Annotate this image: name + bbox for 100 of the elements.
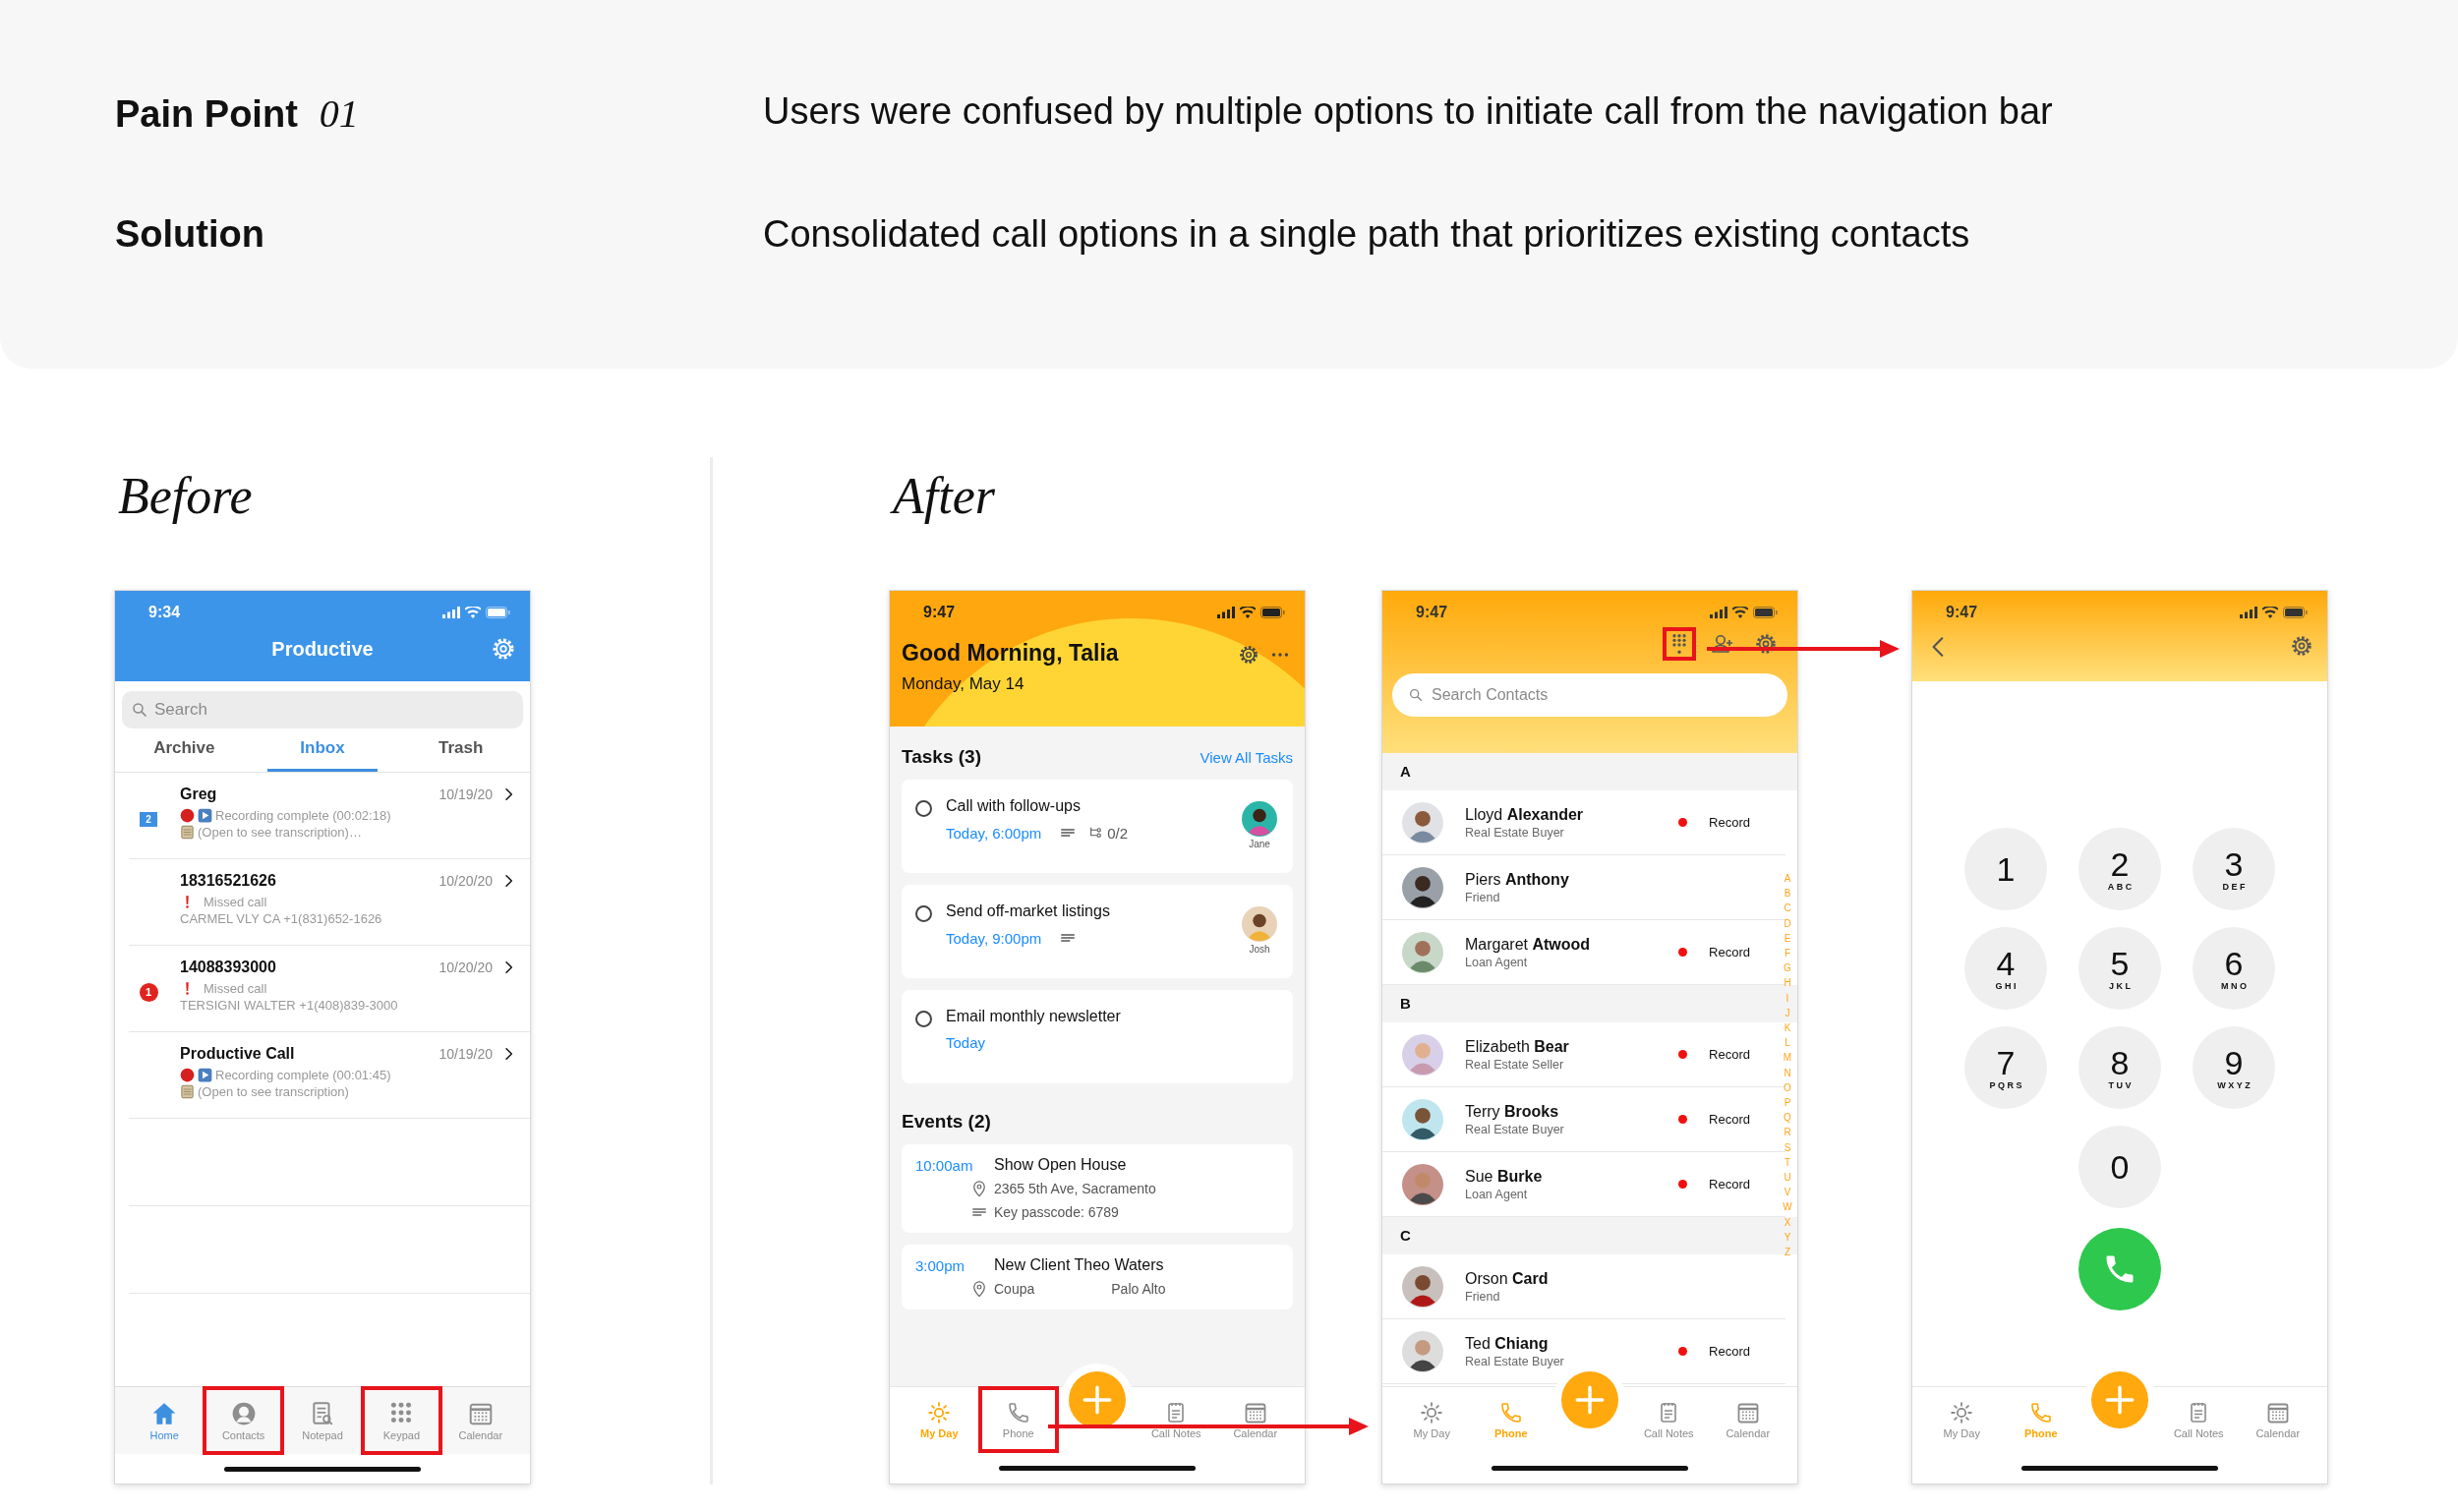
view-all-link[interactable]: View All Tasks	[1200, 748, 1293, 766]
nav-tab[interactable]: Home	[125, 1387, 205, 1454]
task-card[interactable]: Call with follow-ups Today, 6:00pm 0/2 Jane	[902, 780, 1293, 873]
status-time: 9:47	[1946, 604, 1978, 621]
message-date: 10/19/20	[439, 1046, 493, 1062]
event-title: Show Open House	[994, 1156, 1128, 1174]
contact-role: Real Estate Buyer	[1465, 1122, 1565, 1136]
contact-role: Loan Agent	[1465, 1187, 1529, 1201]
contact-name: Lloyd Alexander	[1465, 805, 1585, 824]
contact-role: Real Estate Buyer	[1465, 1354, 1565, 1368]
assignee-name: Jane	[1249, 839, 1270, 849]
record-label: Record	[1709, 1112, 1750, 1127]
nav-tab[interactable]: Call Notes	[1629, 1387, 1709, 1452]
message-status: Recording complete (00:02:18)	[215, 808, 391, 823]
event-card[interactable]: 10:00am Show Open House 2365 5th Ave, Sacramento Key passcode: 6789	[902, 1144, 1293, 1233]
nav-tab[interactable]: Phone	[1471, 1387, 1551, 1452]
dial-key[interactable]: 0	[2078, 1126, 2161, 1208]
nav-tab[interactable]: Phone	[2001, 1387, 2080, 1452]
contact-row[interactable]: Piers Anthony Friend	[1382, 855, 1785, 920]
status-time: 9:34	[148, 604, 181, 621]
message-title: 14088393000	[180, 959, 277, 976]
index-letter[interactable]: J	[1782, 1005, 1793, 1021]
index-letter[interactable]: X	[1782, 1214, 1793, 1230]
message-detail: (Open to see transcription)…	[198, 825, 362, 840]
dial-key[interactable]: 1	[1964, 828, 2047, 910]
assignee-name: Josh	[1249, 944, 1270, 955]
nav-tab[interactable]: Calendar	[2238, 1387, 2317, 1452]
task-card[interactable]: Email monthly newsletter Today	[902, 990, 1293, 1083]
greeting: Good Morning, Talia	[902, 640, 1120, 667]
task-title: Send off-market listings	[946, 902, 1111, 920]
task-title: Call with follow-ups	[946, 797, 1082, 815]
dial-key[interactable]: 9 WXYZ	[2193, 1026, 2275, 1109]
event-location: Coupa	[994, 1281, 1035, 1297]
search-field[interactable]: Search Contacts	[1392, 673, 1787, 717]
contact-name: Sue Burke	[1465, 1167, 1544, 1186]
message-row[interactable]: 2 Greg 10/19/20 Recording complete (00:02:18) (Open to see transcription)…	[129, 773, 530, 859]
contact-name: Piers Anthony	[1465, 870, 1570, 889]
nav-tab[interactable]: Contacts	[204, 1387, 283, 1454]
tab[interactable]: Archive	[129, 728, 240, 772]
nav-tab[interactable]: Phone	[978, 1387, 1058, 1452]
event-card[interactable]: 3:00pm New Client Theo Waters Coupa Palo Alto	[902, 1245, 1293, 1309]
nav-tab[interactable]: My Day	[900, 1387, 979, 1452]
message-status: Recording complete (00:01:45)	[215, 1068, 391, 1082]
task-due: Today, 9:00pm	[946, 929, 1042, 947]
row-text: Consolidated call options in a single path that prioritizes existing contacts	[763, 213, 1971, 256]
nav-tab[interactable]: Call Notes	[1137, 1387, 1216, 1452]
row-label: Solution	[115, 213, 264, 256]
nav-tab[interactable]: Notepad	[282, 1387, 363, 1454]
message-row[interactable]: 1 14088393000 10/20/20 Missed call TERSIGNI WALTER +1(408)839-3000	[129, 946, 530, 1032]
record-label: Record	[1709, 1344, 1750, 1359]
nav-tab[interactable]: Keypad	[362, 1387, 441, 1454]
contact-role: Loan Agent	[1465, 955, 1529, 969]
message-status: Missed call	[204, 981, 267, 996]
dial-key[interactable]: 4 GHI	[1964, 927, 2047, 1010]
dial-key[interactable]: 2 ABC	[2078, 828, 2161, 910]
nav-tab[interactable]: Calendar	[1215, 1387, 1295, 1452]
index-letter[interactable]: I	[1782, 990, 1793, 1006]
index-letter[interactable]: Y	[1782, 1229, 1793, 1246]
record-label: Record	[1709, 945, 1750, 960]
message-detail: TERSIGNI WALTER +1(408)839-3000	[180, 998, 398, 1013]
message-date: 10/20/20	[439, 873, 493, 889]
contact-name: Elizabeth Bear	[1465, 1037, 1570, 1056]
contact-row[interactable]: Lloyd Alexander Real Estate Buyer Record	[1382, 790, 1785, 855]
tab[interactable]: Inbox	[266, 728, 379, 772]
message-row[interactable]: Productive Call 10/19/20 Recording complete (00:01:45) (Open to see transcription)	[129, 1032, 530, 1119]
contact-role: Real Estate Buyer	[1465, 825, 1565, 840]
task-title: Email monthly newsletter	[946, 1008, 1122, 1025]
dial-key[interactable]: 8 TUV	[2078, 1026, 2161, 1109]
count-badge: 1	[139, 983, 158, 1002]
task-card[interactable]: Send off-market listings Today, 9:00pm Josh	[902, 885, 1293, 978]
message-title: Productive Call	[180, 1045, 296, 1063]
event-note: Key passcode: 6789	[994, 1204, 1120, 1220]
message-title: 18316521626	[180, 872, 277, 890]
dial-key[interactable]: 6 MNO	[2193, 927, 2275, 1010]
event-location: Palo Alto	[1111, 1281, 1166, 1297]
message-title: Greg	[180, 785, 218, 803]
task-due: Today	[946, 1034, 986, 1051]
contact-role: Real Estate Seller	[1465, 1057, 1565, 1072]
nav-tab[interactable]: Calendar	[440, 1387, 521, 1454]
message-detail: CARMEL VLY CA +1(831)652-1626	[180, 911, 382, 926]
dial-key[interactable]: 5 JKL	[2078, 927, 2161, 1010]
nav-tab[interactable]: Call Notes	[2159, 1387, 2239, 1452]
message-detail: (Open to see transcription)	[198, 1084, 349, 1099]
tab[interactable]: Trash	[405, 728, 516, 772]
message-date: 10/20/20	[439, 960, 493, 975]
row-text: Users were confused by multiple options to initiate call from the navigation bar	[763, 90, 2054, 134]
record-label: Record	[1709, 815, 1750, 830]
row-label: Pain Point	[115, 93, 298, 136]
nav-tab[interactable]: My Day	[1392, 1387, 1472, 1452]
search-field[interactable]: Search	[122, 691, 523, 728]
nav-tab[interactable]: My Day	[1922, 1387, 2002, 1452]
section-title: Events (2)	[902, 1111, 991, 1133]
contact-name: Ted Chiang	[1465, 1334, 1550, 1353]
nav-tab[interactable]: Calendar	[1708, 1387, 1787, 1452]
event-location: 2365 5th Ave, Sacramento	[994, 1181, 1157, 1196]
row-number: 01	[319, 90, 359, 137]
dial-key[interactable]: 7 PQRS	[1964, 1026, 2047, 1109]
contact-row[interactable]: Orson Card Friend	[1382, 1254, 1785, 1319]
dial-key[interactable]: 3 DEF	[2193, 828, 2275, 910]
message-row[interactable]: 18316521626 10/20/20 Missed call CARMEL VLY CA +1(831)652-1626	[129, 859, 530, 946]
